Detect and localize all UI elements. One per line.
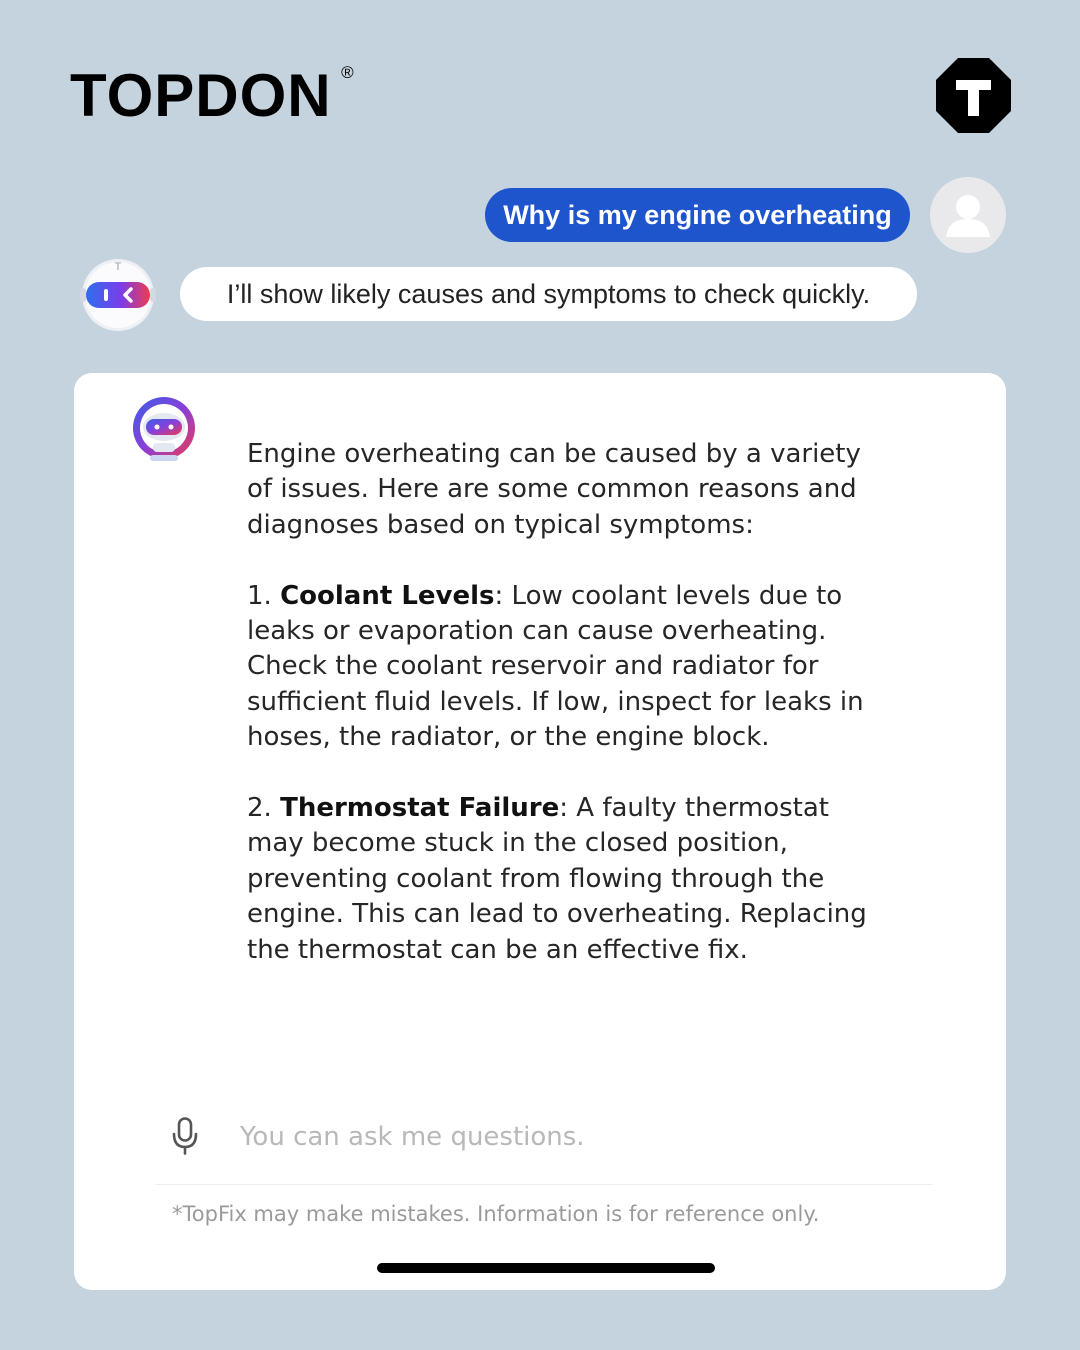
item-title: Coolant Levels <box>280 580 495 611</box>
user-avatar <box>930 177 1006 253</box>
input-placeholder[interactable]: You can ask me questions. <box>240 1119 585 1155</box>
item-number: 1. <box>247 580 272 611</box>
brand-badge-icon <box>936 58 1011 133</box>
home-indicator[interactable] <box>377 1263 715 1273</box>
answer-item: 1. Coolant Levels: Low coolant levels du… <box>247 579 867 756</box>
bot-reply-bubble: I’ll show likely causes and symptoms to … <box>180 267 917 321</box>
item-title: Thermostat Failure <box>280 793 560 824</box>
user-message-bubble: Why is my engine overheating <box>485 188 910 242</box>
user-silhouette-icon <box>946 195 990 237</box>
brand-logo: TOPDON ® <box>70 64 354 126</box>
divider <box>156 1184 932 1185</box>
answer-panel: Engine overheating can be caused by a va… <box>74 373 1006 1290</box>
answer-item: 2. Thermostat Failure: A faulty thermost… <box>247 791 867 968</box>
answer-intro: Engine overheating can be caused by a va… <box>247 439 861 540</box>
brand-name: TOPDON <box>70 62 332 129</box>
svg-text:T: T <box>115 261 122 273</box>
question-input[interactable]: You can ask me questions. <box>144 1101 952 1173</box>
item-number: 2. <box>247 793 272 824</box>
answer-text: Engine overheating can be caused by a va… <box>247 437 867 968</box>
registered-mark: ® <box>341 63 354 82</box>
mic-icon[interactable] <box>172 1117 198 1155</box>
assistant-robot-icon <box>133 397 195 461</box>
disclaimer: *TopFix may make mistakes. Information i… <box>172 1202 820 1226</box>
bot-avatar-icon: T <box>80 259 156 331</box>
